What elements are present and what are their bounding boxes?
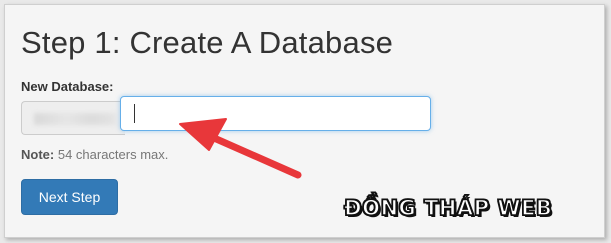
new-database-label: New Database:: [21, 79, 114, 94]
watermark-logo: ĐỒNG THÁP WEB: [343, 195, 553, 221]
blurred-prefix-text: [34, 113, 116, 125]
page-title: Step 1: Create A Database: [21, 25, 394, 60]
new-database-input[interactable]: [120, 96, 431, 131]
next-step-button[interactable]: Next Step: [21, 179, 118, 215]
database-prefix: [21, 101, 125, 135]
note-text: 54 characters max.: [57, 147, 169, 162]
text-cursor: [134, 104, 135, 123]
note-label: Note:: [21, 147, 55, 162]
character-limit-note: Note: 54 characters max.: [21, 147, 168, 162]
